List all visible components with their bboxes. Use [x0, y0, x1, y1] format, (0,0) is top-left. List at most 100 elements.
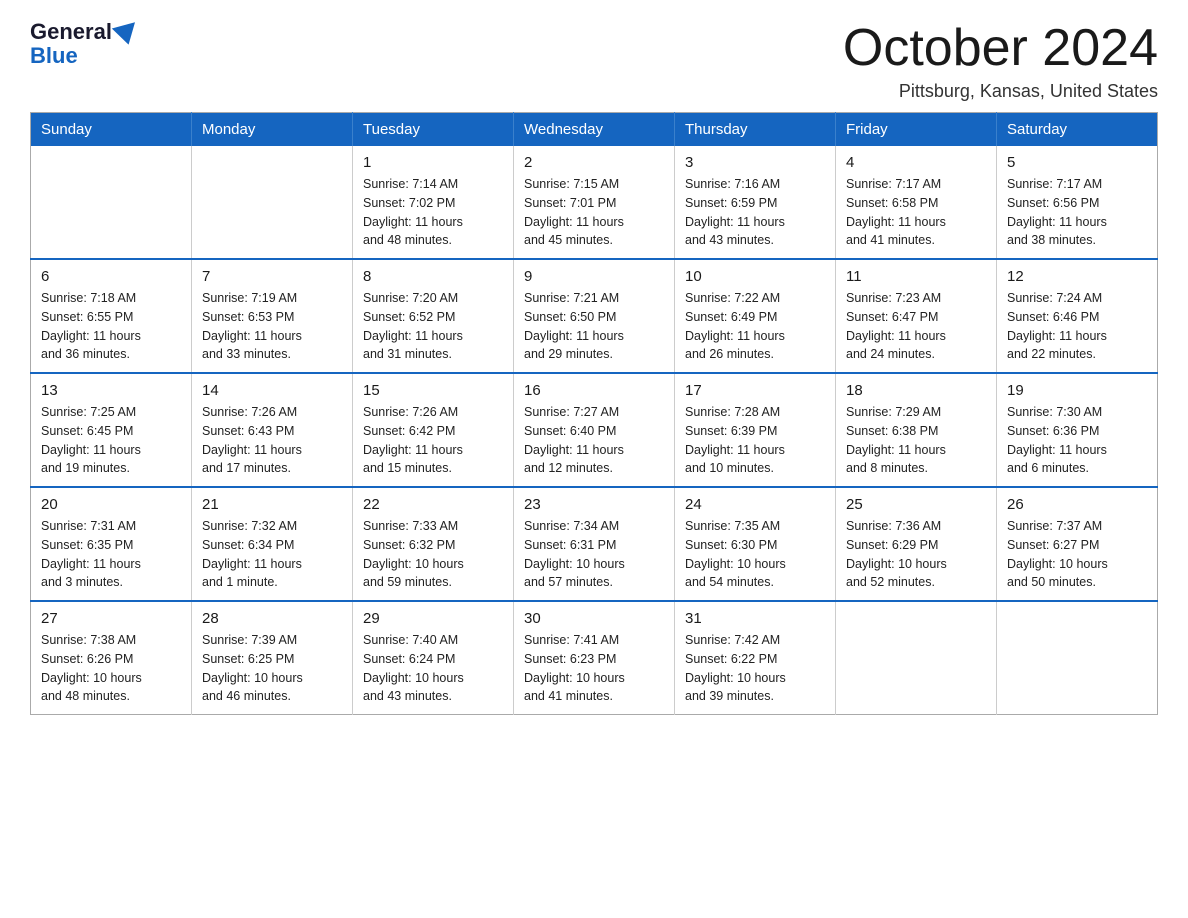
day-number: 21	[202, 496, 342, 513]
calendar-cell: 5 Sunrise: 7:17 AM Sunset: 6:56 PM Daylig…	[997, 146, 1158, 259]
day-info: Sunrise: 7:29 AM Sunset: 6:38 PM Dayligh…	[846, 403, 986, 478]
calendar-cell: 2 Sunrise: 7:15 AM Sunset: 7:01 PM Daylig…	[514, 146, 675, 259]
calendar-cell: 22 Sunrise: 7:33 AM Sunset: 6:32 PM Dayli…	[353, 487, 514, 601]
day-info: Sunrise: 7:16 AM Sunset: 6:59 PM Dayligh…	[685, 175, 825, 250]
calendar-cell	[836, 601, 997, 715]
day-info: Sunrise: 7:35 AM Sunset: 6:30 PM Dayligh…	[685, 517, 825, 592]
calendar-cell: 3 Sunrise: 7:16 AM Sunset: 6:59 PM Daylig…	[675, 146, 836, 259]
title-section: October 2024 Pittsburg, Kansas, United S…	[843, 20, 1158, 102]
day-number: 7	[202, 268, 342, 285]
calendar-cell: 31Sunrise: 7:42 AM Sunset: 6:22 PM Dayli…	[675, 601, 836, 715]
day-info: Sunrise: 7:23 AM Sunset: 6:47 PM Dayligh…	[846, 289, 986, 364]
day-number: 10	[685, 268, 825, 285]
day-number: 11	[846, 268, 986, 285]
day-number: 6	[41, 268, 181, 285]
day-info: Sunrise: 7:34 AM Sunset: 6:31 PM Dayligh…	[524, 517, 664, 592]
calendar-cell: 6 Sunrise: 7:18 AM Sunset: 6:55 PM Daylig…	[31, 259, 192, 373]
day-info: Sunrise: 7:17 AM Sunset: 6:56 PM Dayligh…	[1007, 175, 1147, 250]
day-info: Sunrise: 7:37 AM Sunset: 6:27 PM Dayligh…	[1007, 517, 1147, 592]
day-info: Sunrise: 7:17 AM Sunset: 6:58 PM Dayligh…	[846, 175, 986, 250]
calendar-cell: 21Sunrise: 7:32 AM Sunset: 6:34 PM Dayli…	[192, 487, 353, 601]
day-info: Sunrise: 7:27 AM Sunset: 6:40 PM Dayligh…	[524, 403, 664, 478]
day-number: 31	[685, 610, 825, 627]
logo-blue-text: Blue	[30, 44, 138, 68]
day-number: 24	[685, 496, 825, 513]
day-info: Sunrise: 7:28 AM Sunset: 6:39 PM Dayligh…	[685, 403, 825, 478]
day-info: Sunrise: 7:39 AM Sunset: 6:25 PM Dayligh…	[202, 631, 342, 706]
day-header-friday: Friday	[836, 113, 997, 147]
calendar-cell	[31, 146, 192, 259]
day-header-sunday: Sunday	[31, 113, 192, 147]
day-info: Sunrise: 7:21 AM Sunset: 6:50 PM Dayligh…	[524, 289, 664, 364]
day-number: 1	[363, 154, 503, 171]
page-header: General Blue October 2024 Pittsburg, Kan…	[30, 20, 1158, 102]
day-info: Sunrise: 7:38 AM Sunset: 6:26 PM Dayligh…	[41, 631, 181, 706]
calendar-cell: 12Sunrise: 7:24 AM Sunset: 6:46 PM Dayli…	[997, 259, 1158, 373]
day-number: 4	[846, 154, 986, 171]
day-info: Sunrise: 7:19 AM Sunset: 6:53 PM Dayligh…	[202, 289, 342, 364]
day-info: Sunrise: 7:22 AM Sunset: 6:49 PM Dayligh…	[685, 289, 825, 364]
calendar-cell: 15Sunrise: 7:26 AM Sunset: 6:42 PM Dayli…	[353, 373, 514, 487]
calendar-cell	[192, 146, 353, 259]
day-info: Sunrise: 7:40 AM Sunset: 6:24 PM Dayligh…	[363, 631, 503, 706]
day-number: 22	[363, 496, 503, 513]
week-row-4: 20Sunrise: 7:31 AM Sunset: 6:35 PM Dayli…	[31, 487, 1158, 601]
day-number: 26	[1007, 496, 1147, 513]
day-info: Sunrise: 7:33 AM Sunset: 6:32 PM Dayligh…	[363, 517, 503, 592]
calendar-cell: 23 Sunrise: 7:34 AM Sunset: 6:31 PM Dayli…	[514, 487, 675, 601]
day-header-wednesday: Wednesday	[514, 113, 675, 147]
day-info: Sunrise: 7:15 AM Sunset: 7:01 PM Dayligh…	[524, 175, 664, 250]
calendar-cell: 8Sunrise: 7:20 AM Sunset: 6:52 PM Daylig…	[353, 259, 514, 373]
day-info: Sunrise: 7:31 AM Sunset: 6:35 PM Dayligh…	[41, 517, 181, 592]
day-number: 9	[524, 268, 664, 285]
calendar-cell: 16Sunrise: 7:27 AM Sunset: 6:40 PM Dayli…	[514, 373, 675, 487]
calendar-cell	[997, 601, 1158, 715]
day-number: 2	[524, 154, 664, 171]
calendar-cell: 18 Sunrise: 7:29 AM Sunset: 6:38 PM Dayli…	[836, 373, 997, 487]
week-row-5: 27 Sunrise: 7:38 AM Sunset: 6:26 PM Dayli…	[31, 601, 1158, 715]
day-info: Sunrise: 7:30 AM Sunset: 6:36 PM Dayligh…	[1007, 403, 1147, 478]
week-row-1: 1 Sunrise: 7:14 AM Sunset: 7:02 PM Daylig…	[31, 146, 1158, 259]
calendar-cell: 25 Sunrise: 7:36 AM Sunset: 6:29 PM Dayli…	[836, 487, 997, 601]
days-header-row: SundayMondayTuesdayWednesdayThursdayFrid…	[31, 113, 1158, 147]
day-info: Sunrise: 7:26 AM Sunset: 6:43 PM Dayligh…	[202, 403, 342, 478]
calendar-cell: 29 Sunrise: 7:40 AM Sunset: 6:24 PM Dayli…	[353, 601, 514, 715]
day-info: Sunrise: 7:36 AM Sunset: 6:29 PM Dayligh…	[846, 517, 986, 592]
day-number: 30	[524, 610, 664, 627]
calendar-cell: 10 Sunrise: 7:22 AM Sunset: 6:49 PM Dayli…	[675, 259, 836, 373]
calendar-cell: 19 Sunrise: 7:30 AM Sunset: 6:36 PM Dayli…	[997, 373, 1158, 487]
day-header-saturday: Saturday	[997, 113, 1158, 147]
day-number: 5	[1007, 154, 1147, 171]
calendar-cell: 9 Sunrise: 7:21 AM Sunset: 6:50 PM Daylig…	[514, 259, 675, 373]
calendar-cell: 28Sunrise: 7:39 AM Sunset: 6:25 PM Dayli…	[192, 601, 353, 715]
day-info: Sunrise: 7:18 AM Sunset: 6:55 PM Dayligh…	[41, 289, 181, 364]
day-number: 13	[41, 382, 181, 399]
calendar-cell: 11 Sunrise: 7:23 AM Sunset: 6:47 PM Dayli…	[836, 259, 997, 373]
day-number: 23	[524, 496, 664, 513]
day-info: Sunrise: 7:14 AM Sunset: 7:02 PM Dayligh…	[363, 175, 503, 250]
day-number: 25	[846, 496, 986, 513]
day-number: 18	[846, 382, 986, 399]
calendar-cell: 7 Sunrise: 7:19 AM Sunset: 6:53 PM Daylig…	[192, 259, 353, 373]
day-number: 19	[1007, 382, 1147, 399]
calendar-cell: 1 Sunrise: 7:14 AM Sunset: 7:02 PM Daylig…	[353, 146, 514, 259]
day-header-tuesday: Tuesday	[353, 113, 514, 147]
day-number: 17	[685, 382, 825, 399]
calendar-table: SundayMondayTuesdayWednesdayThursdayFrid…	[30, 112, 1158, 715]
day-number: 27	[41, 610, 181, 627]
day-number: 3	[685, 154, 825, 171]
day-number: 14	[202, 382, 342, 399]
day-number: 8	[363, 268, 503, 285]
month-title: October 2024	[843, 20, 1158, 77]
week-row-2: 6 Sunrise: 7:18 AM Sunset: 6:55 PM Daylig…	[31, 259, 1158, 373]
week-row-3: 13Sunrise: 7:25 AM Sunset: 6:45 PM Dayli…	[31, 373, 1158, 487]
calendar-cell: 26 Sunrise: 7:37 AM Sunset: 6:27 PM Dayli…	[997, 487, 1158, 601]
day-header-monday: Monday	[192, 113, 353, 147]
calendar-cell: 17 Sunrise: 7:28 AM Sunset: 6:39 PM Dayli…	[675, 373, 836, 487]
day-number: 29	[363, 610, 503, 627]
calendar-cell: 13Sunrise: 7:25 AM Sunset: 6:45 PM Dayli…	[31, 373, 192, 487]
location-text: Pittsburg, Kansas, United States	[843, 81, 1158, 102]
day-number: 15	[363, 382, 503, 399]
calendar-cell: 14 Sunrise: 7:26 AM Sunset: 6:43 PM Dayli…	[192, 373, 353, 487]
logo: General Blue	[30, 20, 138, 68]
